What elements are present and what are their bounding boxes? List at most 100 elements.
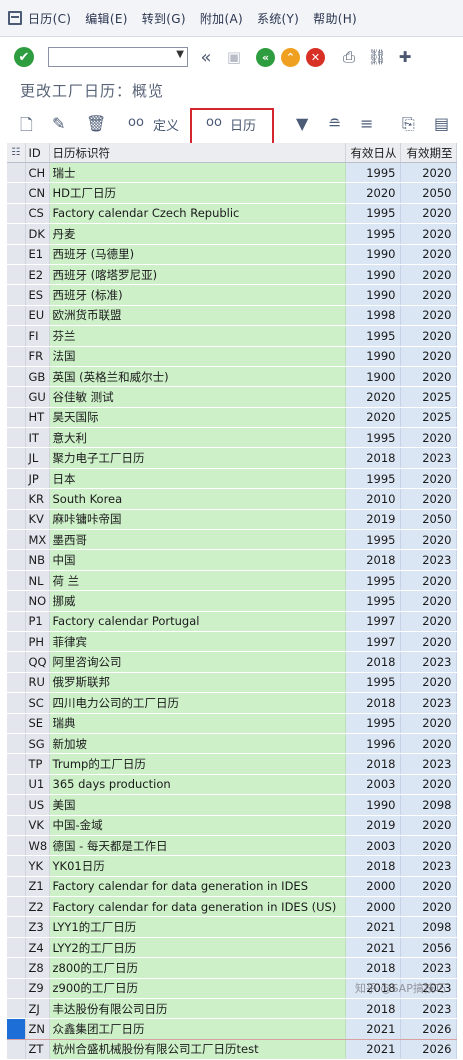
table-row[interactable]: RU 俄罗斯联邦 1995 2020 bbox=[7, 672, 457, 694]
sort-ascending-icon[interactable]: ≘ bbox=[328, 114, 341, 133]
row-selector[interactable] bbox=[7, 182, 26, 204]
row-selector[interactable] bbox=[7, 549, 26, 571]
menu-help[interactable]: 帮助(H) bbox=[313, 10, 357, 27]
table-row[interactable]: E2 西班牙 (喀塔罗尼亚) 1990 2020 bbox=[7, 264, 457, 286]
table-row[interactable]: IT 意大利 1995 2020 bbox=[7, 427, 457, 449]
table-row[interactable]: JP 日本 1995 2020 bbox=[7, 468, 457, 490]
row-selector[interactable] bbox=[7, 407, 26, 429]
glasses-icon[interactable]: oo bbox=[128, 115, 144, 130]
print-icon[interactable]: ⎙ bbox=[339, 48, 359, 66]
table-row[interactable]: HT 昊天国际 2020 2025 bbox=[7, 407, 457, 429]
row-selector[interactable] bbox=[7, 590, 26, 612]
cancel-icon[interactable]: ✕ bbox=[306, 47, 325, 67]
row-selector[interactable] bbox=[7, 896, 26, 918]
table-row[interactable]: GB 英国 (英格兰和威尔士) 1900 2020 bbox=[7, 366, 457, 388]
export-icon[interactable]: ⎘ bbox=[402, 114, 415, 134]
row-selector[interactable] bbox=[7, 346, 26, 367]
row-selector[interactable] bbox=[7, 672, 26, 694]
filter-icon[interactable]: ▼ bbox=[296, 114, 308, 133]
row-selector[interactable] bbox=[7, 937, 26, 959]
find-next-icon[interactable]: ✚ bbox=[395, 48, 415, 66]
column-header-valid-to[interactable]: 有效期至 bbox=[400, 143, 457, 163]
row-selector[interactable] bbox=[7, 264, 26, 286]
table-row[interactable]: EU 欧洲货币联盟 1998 2020 bbox=[7, 305, 457, 327]
table-row[interactable]: SC 四川电力公司的工厂日历 2018 2023 bbox=[7, 692, 457, 714]
row-selector[interactable] bbox=[7, 1039, 26, 1060]
row-selector[interactable] bbox=[7, 427, 26, 449]
table-row[interactable]: PH 菲律宾 1997 2020 bbox=[7, 631, 457, 653]
column-header-id[interactable]: ID bbox=[25, 143, 50, 163]
row-selector[interactable] bbox=[7, 284, 26, 306]
row-selector[interactable] bbox=[7, 162, 26, 184]
select-all-icon[interactable]: ☷ bbox=[7, 143, 26, 163]
row-selector[interactable] bbox=[7, 692, 26, 714]
menu-calendar[interactable]: 日历(C) bbox=[28, 10, 71, 27]
table-row[interactable]: MX 墨西哥 1995 2020 bbox=[7, 529, 457, 551]
table-row[interactable]: CH 瑞士 1995 2020 bbox=[7, 162, 457, 184]
layout-icon[interactable]: ▤ bbox=[434, 114, 449, 133]
trash-icon[interactable]: 🗑 bbox=[86, 114, 106, 133]
table-row[interactable]: SG 新加坡 1996 2020 bbox=[7, 733, 457, 755]
enter-check-icon[interactable]: ✔ bbox=[14, 47, 34, 67]
table-row[interactable]: GU 谷佳敏 测试 2020 2025 bbox=[7, 386, 457, 408]
menu-goto[interactable]: 转到(G) bbox=[142, 10, 186, 27]
row-selector[interactable] bbox=[7, 305, 26, 327]
save-icon[interactable]: ▣ bbox=[224, 48, 244, 66]
row-selector[interactable] bbox=[7, 916, 26, 938]
table-row[interactable]: CS Factory calendar Czech Republic 1995 202… bbox=[7, 203, 457, 225]
chevron-down-icon[interactable]: ▼ bbox=[176, 49, 184, 60]
double-chevron-left-icon[interactable]: « bbox=[196, 47, 216, 68]
row-selector[interactable] bbox=[7, 774, 26, 796]
row-selector[interactable] bbox=[7, 366, 26, 388]
row-selector[interactable] bbox=[7, 223, 26, 245]
back-icon[interactable]: « bbox=[256, 47, 275, 67]
row-selector[interactable] bbox=[7, 753, 26, 775]
table-row[interactable]: US 美国 1990 2098 bbox=[7, 794, 457, 816]
menu-system[interactable]: 系统(Y) bbox=[257, 10, 299, 27]
menu-extras[interactable]: 附加(A) bbox=[200, 10, 243, 27]
table-row[interactable]: FI 芬兰 1995 2020 bbox=[7, 325, 457, 347]
table-row[interactable]: W8 德国 - 每天都是工作日 2003 2020 bbox=[7, 835, 457, 857]
find-icon[interactable]: ⛓ bbox=[367, 48, 387, 66]
row-selector[interactable] bbox=[7, 815, 26, 836]
command-field[interactable]: ▼ bbox=[48, 47, 188, 67]
row-selector[interactable] bbox=[7, 855, 26, 877]
row-selector[interactable] bbox=[7, 468, 26, 490]
table-row[interactable]: E1 西班牙 (马德里) 1990 2020 bbox=[7, 244, 457, 265]
row-selector[interactable] bbox=[7, 978, 26, 1000]
table-row[interactable]: NB 中国 2018 2023 bbox=[7, 549, 457, 571]
row-selector[interactable] bbox=[7, 570, 26, 592]
pencil-icon[interactable]: ✎ bbox=[52, 114, 65, 133]
menu-edit[interactable]: 编辑(E) bbox=[85, 10, 127, 27]
table-row[interactable]: TP Trump的工厂日历 2018 2023 bbox=[7, 753, 457, 775]
table-row[interactable]: NO 挪威 1995 2020 bbox=[7, 590, 457, 612]
row-selector[interactable] bbox=[7, 957, 26, 979]
row-selector[interactable] bbox=[7, 203, 26, 225]
table-row[interactable]: Z8 z800的工厂日历 2018 2023 bbox=[7, 957, 457, 979]
row-selector[interactable] bbox=[7, 488, 26, 510]
table-row[interactable]: P1 Factory calendar Portugal 1997 2020 bbox=[7, 611, 457, 632]
table-row[interactable]: DK 丹麦 1995 2020 bbox=[7, 223, 457, 245]
table-row[interactable]: YK YK01日历 2018 2023 bbox=[7, 855, 457, 877]
exit-icon[interactable]: ⌃ bbox=[281, 47, 300, 67]
table-row[interactable]: CN HD工厂日历 2020 2050 bbox=[7, 182, 457, 204]
row-selector[interactable] bbox=[7, 651, 26, 673]
row-selector[interactable] bbox=[7, 713, 26, 734]
row-selector[interactable] bbox=[7, 386, 26, 408]
row-selector[interactable] bbox=[7, 509, 26, 531]
table-row[interactable]: U1 365 days production 2003 2020 bbox=[7, 774, 457, 796]
table-row[interactable]: Z2 Factory calendar for data generation i… bbox=[7, 896, 457, 918]
row-selector[interactable] bbox=[7, 794, 26, 816]
column-header-name[interactable]: 日历标识符 bbox=[49, 143, 346, 163]
row-selector[interactable] bbox=[7, 876, 26, 898]
table-row[interactable]: NL 荷 兰 1995 2020 bbox=[7, 570, 457, 592]
row-selector[interactable] bbox=[7, 447, 26, 469]
table-row[interactable]: ZJ 丰达股份有限公司日历 2018 2023 bbox=[7, 998, 457, 1020]
column-header-valid-from[interactable]: 有效日从 bbox=[345, 143, 401, 163]
row-selector[interactable] bbox=[7, 325, 26, 347]
menu-icon[interactable] bbox=[8, 11, 22, 25]
row-selector[interactable] bbox=[7, 733, 26, 755]
define-button[interactable]: 定义 bbox=[153, 115, 179, 134]
table-row[interactable]: Z3 LYY1的工厂日历 2021 2098 bbox=[7, 916, 457, 938]
table-row[interactable]: ES 西班牙 (标准) 1990 2020 bbox=[7, 284, 457, 306]
